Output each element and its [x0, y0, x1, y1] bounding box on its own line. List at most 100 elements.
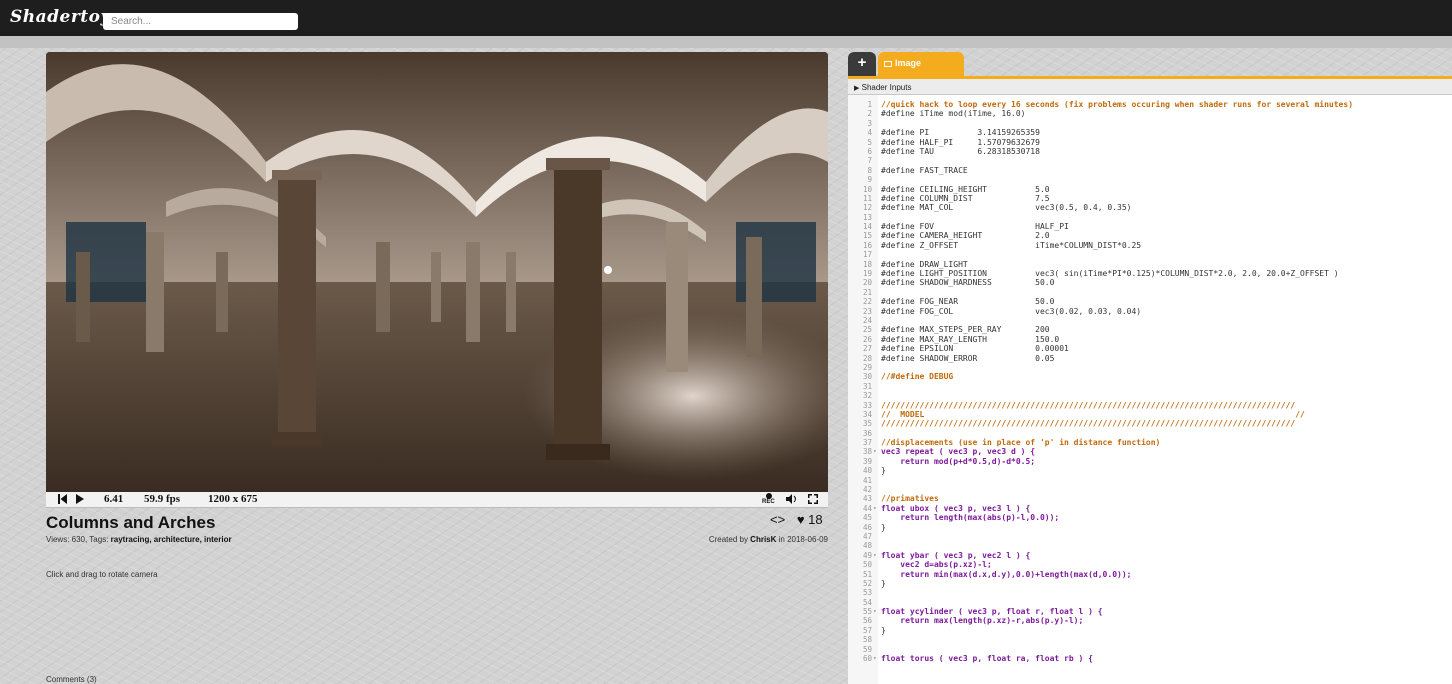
code-text: #define FOV HALF_PI — [881, 222, 1069, 232]
fold-arrow-icon[interactable]: ▾ — [873, 447, 877, 456]
line-number: 1 — [867, 100, 872, 109]
line-number: 11 — [862, 193, 872, 203]
tab-image[interactable]: Image — [878, 52, 964, 76]
fold-arrow-icon[interactable]: ▾ — [873, 551, 877, 560]
line-number: 52 — [862, 578, 872, 588]
line-number: 9 — [867, 175, 872, 185]
code-text: return length(max(abs(p)-l,0.0)); — [881, 513, 1060, 523]
line-number: 3 — [867, 118, 872, 128]
code-text: #define PI 3.14159265359 — [881, 128, 1040, 138]
code-text: vec3 repeat ( vec3 p, vec3 d ) { — [881, 447, 1036, 457]
line-number: 57 — [862, 625, 872, 635]
line-number: 41 — [862, 475, 872, 485]
fullscreen-icon[interactable] — [808, 494, 818, 504]
code-text: #define SHADOW_ERROR 0.05 — [881, 353, 1055, 363]
line-number: 56 — [862, 616, 872, 626]
add-tab-button[interactable]: + — [848, 52, 876, 76]
line-number: 44 — [862, 503, 872, 513]
comments-header[interactable]: Comments (3) — [46, 675, 97, 684]
code-text: #define TAU 6.28318530718 — [881, 146, 1040, 156]
line-number: 21 — [862, 287, 872, 297]
line-number: 40 — [862, 466, 872, 476]
code-editor[interactable]: 1 //quick hack to loop every 16 seconds (… — [848, 95, 1452, 684]
code-text: #define HALF_PI 1.57079632679 — [881, 137, 1040, 147]
embed-icon[interactable]: <> — [770, 512, 785, 527]
line-number: 46 — [862, 522, 872, 532]
code-text: #define MAX_RAY_LENGTH 150.0 — [881, 334, 1060, 344]
rewind-icon[interactable] — [58, 494, 68, 504]
code-text: } — [881, 578, 886, 588]
line-number: 39 — [862, 456, 872, 466]
search-input[interactable] — [103, 13, 298, 30]
share-like-group: <> ♥ 18 — [770, 512, 823, 527]
line-number: 10 — [862, 184, 872, 194]
play-icon[interactable] — [76, 494, 84, 504]
line-number: 51 — [862, 569, 872, 579]
fold-arrow-icon[interactable]: ▾ — [873, 654, 877, 663]
line-number: 5 — [867, 137, 872, 147]
code-text: #define FAST_TRACE — [881, 165, 968, 175]
tags-links[interactable]: raytracing, architecture, interior — [111, 535, 232, 544]
line-number: 60 — [862, 654, 872, 664]
code-text: #define COLUMN_DIST 7.5 — [881, 193, 1050, 203]
top-navigation-bar: Shadertoy — [0, 0, 1452, 36]
line-number: 4 — [867, 128, 872, 138]
player-controls: 6.41 59.9 fps 1200 x 675 REC — [46, 492, 828, 508]
line-number: 48 — [862, 541, 872, 551]
line-number: 45 — [862, 513, 872, 523]
shader-description: Click and drag to rotate camera — [46, 570, 158, 579]
shadertoy-logo[interactable]: Shadertoy — [10, 7, 111, 27]
code-text: //quick hack to loop every 16 seconds (f… — [881, 100, 1354, 109]
line-number: 55 — [862, 607, 872, 617]
line-number: 38 — [862, 447, 872, 457]
tab-image-label: Image — [895, 58, 922, 68]
code-text: float ubox ( vec3 p, vec3 l ) { — [881, 503, 1031, 513]
code-text: //primatives — [881, 494, 939, 504]
line-number: 18 — [862, 259, 872, 269]
line-number: 30 — [862, 372, 872, 382]
fold-arrow-icon[interactable]: ▾ — [873, 607, 877, 616]
time-display: 6.41 — [104, 493, 124, 505]
line-number: 53 — [862, 588, 872, 598]
line-number: 29 — [862, 362, 872, 372]
code-text: #define CEILING_HEIGHT 5.0 — [881, 184, 1050, 194]
code-text: return min(max(d.x,d.y),0.0)+length(max(… — [881, 569, 1132, 579]
line-number: 32 — [862, 391, 872, 401]
line-number: 17 — [862, 250, 872, 260]
heart-icon[interactable]: ♥ — [797, 512, 805, 527]
shader-canvas[interactable] — [46, 52, 828, 492]
line-number: 47 — [862, 531, 872, 541]
editor-tabs: + Image — [848, 52, 1452, 76]
code-text: } — [881, 625, 886, 635]
code-text: #define FOG_COL vec3(0.02, 0.03, 0.04) — [881, 306, 1142, 316]
fold-arrow-icon[interactable]: ▾ — [873, 504, 877, 513]
code-text: // MODEL // — [881, 409, 1305, 419]
created-prefix: Created by — [708, 535, 751, 544]
line-number: 7 — [867, 156, 872, 166]
code-text: #define LIGHT_POSITION vec3( sin(iTime*P… — [881, 269, 1339, 279]
shader-inputs-toggle[interactable]: ▶ Shader Inputs — [848, 79, 1452, 95]
code-text: #define MAT_COL vec3(0.5, 0.4, 0.35) — [881, 203, 1132, 213]
code-text: #define SHADOW_HARDNESS 50.0 — [881, 278, 1055, 288]
line-number: 15 — [862, 231, 872, 241]
author-link[interactable]: ChrisK — [750, 535, 776, 544]
fps-display: 59.9 fps — [144, 493, 181, 505]
code-text: //#define DEBUG — [881, 372, 954, 382]
line-number: 26 — [862, 334, 872, 344]
code-text: ////////////////////////////////////////… — [881, 419, 1296, 429]
line-number: 34 — [862, 409, 872, 419]
shader-meta: Views: 630, Tags: raytracing, architectu… — [46, 535, 232, 544]
expand-arrow-icon: ▶ — [854, 85, 860, 92]
shader-inputs-label: Shader Inputs — [861, 83, 912, 92]
shader-title: Columns and Arches — [46, 513, 216, 532]
line-number: 6 — [867, 146, 872, 156]
code-text: #define DRAW_LIGHT — [881, 259, 968, 269]
created-date: in 2018-06-09 — [776, 535, 828, 544]
code-text: } — [881, 522, 886, 532]
resolution-display: 1200 x 675 — [208, 493, 258, 505]
line-number: 28 — [862, 353, 872, 363]
code-text: #define FOG_NEAR 50.0 — [881, 297, 1055, 307]
volume-icon[interactable] — [786, 494, 798, 504]
line-number: 36 — [862, 428, 872, 438]
record-button[interactable]: REC — [762, 492, 776, 507]
